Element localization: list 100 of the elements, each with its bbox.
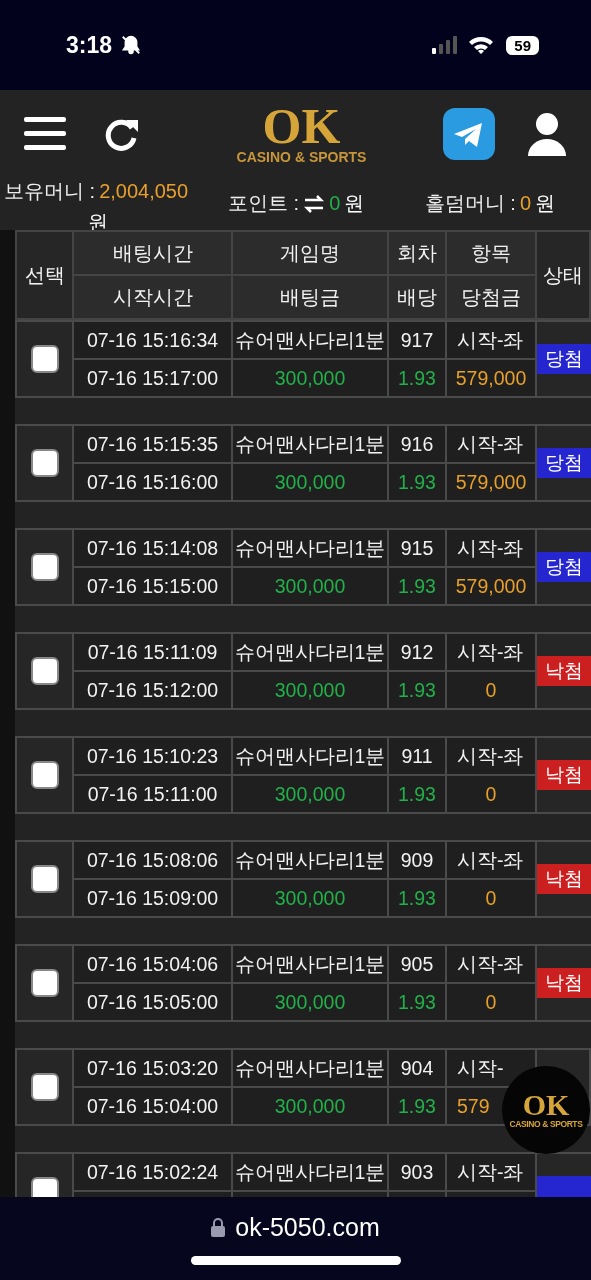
checkbox[interactable] (30, 657, 59, 685)
table-cell: 1.93 (389, 880, 445, 916)
table-cell: 07-16 15:16:00 (74, 464, 231, 500)
balance-label: 보유머니 : (4, 179, 96, 204)
table-cell: 579,000 (447, 568, 535, 604)
balance-value: 0 (329, 192, 341, 215)
user-icon[interactable] (527, 112, 567, 156)
table-cell: 300,000 (233, 1088, 387, 1124)
url-text[interactable]: ok-5050.com (235, 1213, 380, 1242)
table-cell: 07-16 15:15:35 (74, 426, 231, 462)
table-cell: 912 (389, 634, 445, 670)
table-cell: 1.93 (389, 464, 445, 500)
table-cell: 903 (389, 1154, 445, 1190)
status-badge: 낙첨 (537, 864, 591, 894)
table-cell: 07-16 15:04:00 (74, 1088, 231, 1124)
table-cell: 07-16 15:04:06 (74, 946, 231, 982)
table-cell: 579,000 (447, 464, 535, 500)
table-cell: 300,000 (233, 984, 387, 1020)
checkbox[interactable] (30, 345, 59, 373)
table-cell: 07-16 15:03:20 (74, 1050, 231, 1086)
column-header: 배팅금 (233, 276, 387, 318)
status-badge: 낙첨 (537, 760, 591, 790)
status-badge: 당첨 (537, 552, 591, 582)
table-cell: 07-16 15:12:00 (74, 672, 231, 708)
logo-text[interactable]: OK (262, 103, 341, 149)
table-cell: 07-16 15:15:00 (74, 568, 231, 604)
table-cell: 시작-좌 (447, 530, 535, 566)
menu-icon[interactable] (24, 115, 66, 153)
checkbox[interactable] (30, 553, 59, 581)
table-cell: 시작-좌 (447, 842, 535, 878)
table-cell: 시작- (447, 1050, 535, 1086)
table-cell: 슈어맨사다리1분 (233, 426, 387, 462)
table-cell: 579,000 (447, 360, 535, 396)
table-cell: 07-16 15:09:00 (74, 880, 231, 916)
checkbox[interactable] (30, 449, 59, 477)
checkbox[interactable] (30, 1073, 59, 1101)
table-cell: 시작-좌 (447, 426, 535, 462)
table-cell: 300,000 (233, 672, 387, 708)
column-header: 항목 (447, 232, 535, 274)
table-cell: 07-16 15:08:06 (74, 842, 231, 878)
table-cell: 슈어맨사다리1분 (233, 738, 387, 774)
column-header: 상태 (537, 232, 589, 318)
table-cell: 0 (447, 672, 535, 708)
lock-icon (211, 1218, 226, 1237)
table-cell: 0 (447, 880, 535, 916)
table-cell: 1.93 (389, 1088, 445, 1124)
logo-subtitle: CASINO & SPORTS (236, 149, 367, 165)
table-cell: 슈어맨사다리1분 (233, 634, 387, 670)
table-cell: 슈어맨사다리1분 (233, 322, 387, 358)
table-cell: 07-16 15:11:09 (74, 634, 231, 670)
table-cell: 917 (389, 322, 445, 358)
checkbox[interactable] (30, 761, 59, 789)
table-cell: 07-16 15:17:00 (74, 360, 231, 396)
table-cell: 300,000 (233, 464, 387, 500)
table-cell: 911 (389, 738, 445, 774)
table-cell: 300,000 (233, 776, 387, 812)
checkbox[interactable] (30, 1177, 59, 1197)
table-cell: 07-16 15:14:08 (74, 530, 231, 566)
status-badge: 당첨 (537, 448, 591, 478)
table-cell: 슈어맨사다리1분 (233, 530, 387, 566)
table-cell: 슈어맨사다리1분 (233, 1154, 387, 1190)
table-cell: 슈어맨사다리1분 (233, 842, 387, 878)
table-cell: 1.93 (389, 984, 445, 1020)
table-cell: 시작-좌 (447, 1154, 535, 1190)
table-cell: 300,000 (233, 880, 387, 916)
table-cell: 904 (389, 1050, 445, 1086)
column-header: 배당 (389, 276, 445, 318)
table-cell: 915 (389, 530, 445, 566)
table-cell: 07-16 15:02:24 (74, 1154, 231, 1190)
table-cell: 0 (447, 776, 535, 812)
table-cell: 07-16 15:16:34 (74, 322, 231, 358)
balance-label: 홀덤머니 : (424, 191, 516, 216)
table-cell: 07-16 15:05:00 (74, 984, 231, 1020)
table-cell: 시작-좌 (447, 634, 535, 670)
table-cell: 300,000 (233, 568, 387, 604)
table-cell: 1.93 (389, 672, 445, 708)
balance-label: 포인트 : (228, 191, 300, 216)
table-cell: 916 (389, 426, 445, 462)
column-header: 시작시간 (74, 276, 231, 318)
column-header: 회차 (389, 232, 445, 274)
table-cell: 1.93 (389, 776, 445, 812)
table-cell: 07-16 15:10:23 (74, 738, 231, 774)
table-cell: 905 (389, 946, 445, 982)
exchange-icon[interactable] (303, 194, 326, 213)
paper-plane-icon[interactable] (443, 108, 495, 160)
column-header: 선택 (17, 232, 72, 318)
table-cell: 300,000 (233, 360, 387, 396)
column-header: 당첨금 (447, 276, 535, 318)
table-cell: 07-16 15:11:00 (74, 776, 231, 812)
checkbox[interactable] (30, 865, 59, 893)
checkbox[interactable] (30, 969, 59, 997)
table-cell: 0 (447, 984, 535, 1020)
table-cell: 1.93 (389, 568, 445, 604)
clock: 3:18 (66, 31, 113, 59)
wifi-icon (468, 35, 495, 55)
table-cell: 1.93 (389, 360, 445, 396)
table-cell: 슈어맨사다리1분 (233, 946, 387, 982)
status-badge: 낙첨 (537, 656, 591, 686)
currency-unit: 원 (344, 191, 365, 216)
column-header: 게임명 (233, 232, 387, 274)
